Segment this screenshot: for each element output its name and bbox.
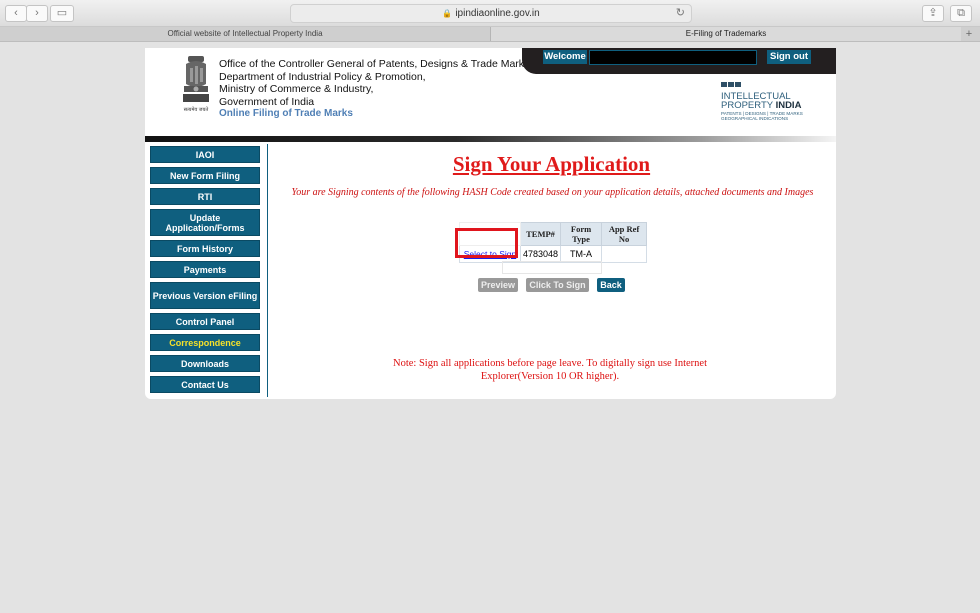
app-ref-cell bbox=[601, 245, 648, 263]
sidebar-item-payments[interactable]: Payments bbox=[150, 261, 260, 278]
sign-out-button[interactable]: Sign out bbox=[767, 50, 811, 64]
address-bar[interactable]: 🔒 ipindiaonline.gov.in ↻ bbox=[290, 4, 692, 23]
sidebar-item-downloads[interactable]: Downloads bbox=[150, 355, 260, 372]
emblem-caption: सत्यमेव जयते bbox=[184, 106, 209, 113]
signing-note: Note: Sign all applications before page … bbox=[393, 358, 707, 382]
welcome-label: Welcome bbox=[543, 50, 587, 64]
sidebar-item-control-panel[interactable]: Control Panel bbox=[150, 313, 260, 330]
online-filing-label: Online Filing of Trade Marks bbox=[219, 108, 353, 119]
national-emblem-icon: सत्यमेव जयते bbox=[183, 56, 209, 113]
page-title: Sign Your Application bbox=[452, 152, 651, 176]
office-line: Government of India bbox=[219, 95, 315, 108]
col-header-form-type: Form Type bbox=[560, 222, 603, 246]
hash-message: Your are Signing contents of the followi… bbox=[291, 187, 814, 198]
browser-toolbar: ‹ › ▭ 🔒 ipindiaonline.gov.in ↻ ⇪ ⧉ bbox=[0, 0, 980, 27]
col-header-temp: TEMP# bbox=[519, 222, 562, 246]
sidebar-item-previous-version[interactable]: Previous Version eFiling bbox=[150, 282, 260, 309]
page-card: सत्यमेव जयते Office of the Controller Ge… bbox=[145, 48, 836, 399]
site-header: सत्यमेव जयते Office of the Controller Ge… bbox=[145, 48, 836, 136]
back-button[interactable]: Back bbox=[597, 278, 625, 292]
office-line: Office of the Controller General of Pate… bbox=[219, 58, 530, 70]
share-icon[interactable]: ⇪ bbox=[922, 5, 944, 22]
url-text: ipindiaonline.gov.in bbox=[455, 8, 540, 19]
office-line: Department of Industrial Policy & Promot… bbox=[219, 70, 426, 83]
tab-official-website[interactable]: Official website of Intellectual Propert… bbox=[0, 27, 491, 41]
forward-nav-icon[interactable]: › bbox=[26, 5, 48, 22]
highlight-annotation-box bbox=[455, 228, 518, 258]
form-type-cell: TM-A bbox=[560, 245, 603, 263]
lock-icon: 🔒 bbox=[442, 9, 453, 18]
tabs-overview-icon[interactable]: ⧉ bbox=[950, 5, 972, 22]
new-tab-icon[interactable]: + bbox=[962, 27, 976, 41]
sidebar-item-rti[interactable]: RTI bbox=[150, 188, 260, 205]
header-divider bbox=[145, 136, 836, 142]
ip-logo-line4: GEOGRAPHICAL INDICATIONS bbox=[721, 116, 789, 121]
sidebar-item-iaoi[interactable]: IAOI bbox=[150, 146, 260, 163]
sidebar-item-contact-us[interactable]: Contact Us bbox=[150, 376, 260, 393]
back-nav-icon[interactable]: ‹ bbox=[5, 5, 27, 22]
sidebar-divider bbox=[267, 144, 268, 397]
ip-india-logo: INTELLECTUAL PROPERTY INDIA PATENTS | DE… bbox=[721, 74, 811, 121]
col-header-app-ref: App Ref No bbox=[601, 222, 648, 246]
ip-logo-property: PROPERTY bbox=[721, 100, 776, 111]
username-redacted bbox=[589, 50, 757, 65]
welcome-bar: Welcome Sign out bbox=[522, 48, 836, 74]
office-lines: Office of the Controller General of Pate… bbox=[219, 58, 529, 121]
sidebar-toggle-icon[interactable]: ▭ bbox=[50, 5, 74, 22]
click-to-sign-button[interactable]: Click To Sign bbox=[526, 278, 589, 292]
sidebar-item-update-application[interactable]: Update Application/Forms bbox=[150, 209, 260, 236]
sidebar-item-correspondence[interactable]: Correspondence bbox=[150, 334, 260, 351]
office-line: Ministry of Commerce & Industry, bbox=[219, 83, 374, 95]
reload-icon[interactable]: ↻ bbox=[676, 5, 685, 22]
tab-bar: Official website of Intellectual Propert… bbox=[0, 27, 980, 42]
sidebar-item-new-form-filing[interactable]: New Form Filing bbox=[150, 167, 260, 184]
preview-button[interactable]: Preview bbox=[478, 278, 518, 292]
tab-efiling[interactable]: E-Filing of Trademarks bbox=[491, 27, 961, 41]
certificate-field[interactable] bbox=[502, 261, 602, 274]
ip-logo-line2: PROPERTY INDIA bbox=[721, 101, 811, 111]
ip-logo-squares-icon bbox=[721, 74, 811, 92]
sidebar-item-form-history[interactable]: Form History bbox=[150, 240, 260, 257]
ip-logo-india: INDIA bbox=[775, 100, 802, 111]
temp-number-cell: 4783048 bbox=[519, 245, 562, 263]
